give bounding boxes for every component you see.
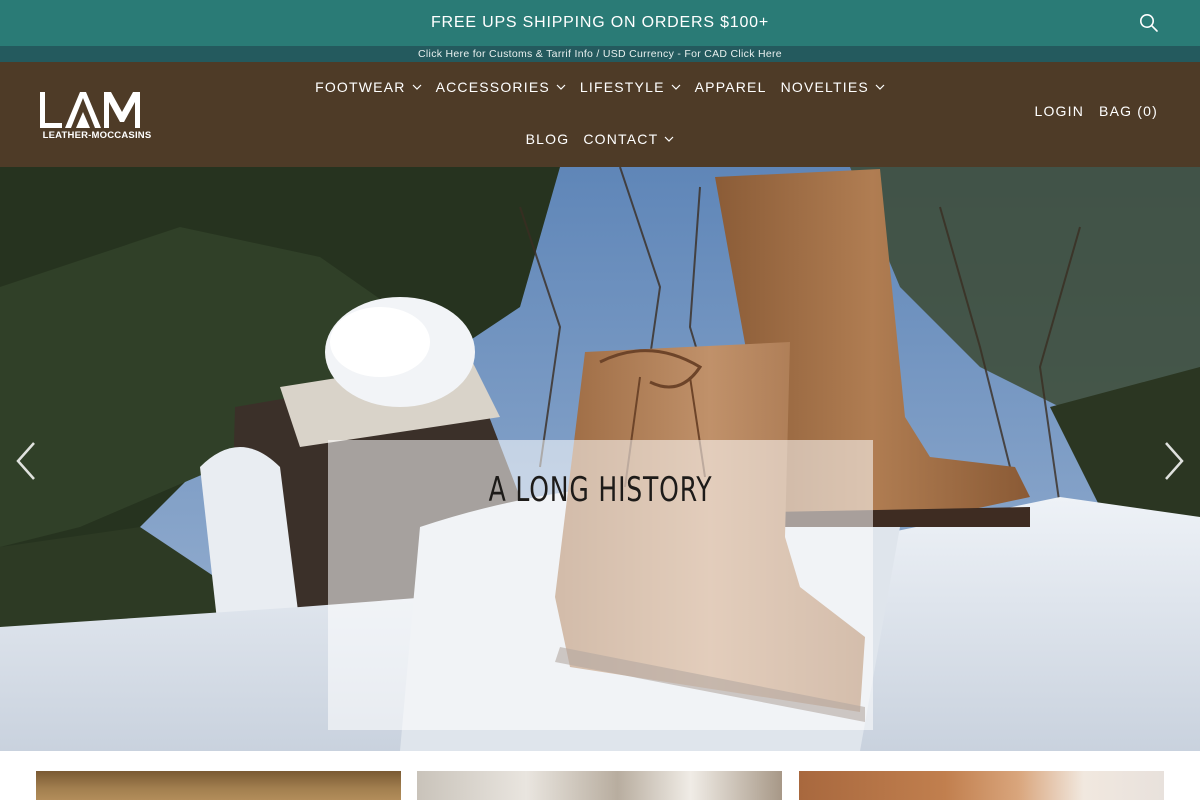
nav-accessories[interactable]: ACCESSORIES [436, 77, 566, 97]
site-header: LEATHER-MOCCASINS FOOTWEAR ACCESSORIES L… [0, 62, 1200, 167]
nav-apparel[interactable]: APPAREL [695, 77, 767, 97]
chevron-down-icon [664, 136, 674, 142]
nav-contact-label: CONTACT [583, 131, 659, 147]
chevron-down-icon [875, 84, 885, 90]
nav-footwear[interactable]: FOOTWEAR [315, 77, 421, 97]
nav-lifestyle[interactable]: LIFESTYLE [580, 77, 681, 97]
nav-accessories-label: ACCESSORIES [435, 79, 550, 95]
nav-lifestyle-label: LIFESTYLE [579, 79, 665, 95]
search-button[interactable] [1138, 12, 1160, 34]
nav-blog-label: BLOG [525, 131, 570, 147]
bag-link[interactable]: BAG (0) [1099, 103, 1158, 119]
chevron-down-icon [412, 84, 421, 90]
chevron-right-icon [1165, 442, 1184, 480]
nav-contact[interactable]: CONTACT [583, 129, 674, 149]
account-links: LOGIN BAG (0) [1034, 103, 1158, 119]
hero-title: A LONG HISTORY [488, 470, 713, 510]
collection-tile[interactable] [36, 771, 401, 800]
login-link[interactable]: LOGIN [1034, 103, 1084, 119]
hero-slideshow: A LONG HISTORY [0, 167, 1200, 751]
chevron-down-icon [671, 84, 681, 90]
nav-novelties[interactable]: NOVELTIES [781, 77, 885, 97]
lam-logo-icon [40, 92, 140, 128]
announcement-text: FREE UPS SHIPPING ON ORDERS $100+ [430, 14, 770, 31]
nav-apparel-label: APPAREL [694, 79, 767, 95]
nav-blog[interactable]: BLOG [526, 129, 570, 149]
nav-novelties-label: NOVELTIES [780, 79, 869, 95]
nav-footwear-label: FOOTWEAR [315, 79, 406, 95]
search-icon [1140, 14, 1158, 32]
hero-text-panel: A LONG HISTORY [328, 440, 873, 730]
customs-info-bar: Click Here for Customs & Tarrif Info / U… [0, 46, 1200, 62]
announcement-bar: FREE UPS SHIPPING ON ORDERS $100+ [0, 0, 1200, 46]
collection-tile[interactable] [417, 771, 782, 800]
chevron-down-icon [556, 84, 566, 90]
main-nav-row-1: FOOTWEAR ACCESSORIES LIFESTYLE APPAREL N… [0, 77, 1200, 97]
main-nav-row-2: BLOG CONTACT [0, 129, 1200, 149]
slide-next-button[interactable] [1160, 439, 1190, 483]
collection-tile[interactable] [799, 771, 1164, 800]
chevron-left-icon [16, 442, 35, 480]
collection-tiles [0, 751, 1200, 800]
customs-info-link[interactable]: Click Here for Customs & Tarrif Info / U… [0, 46, 1200, 62]
slide-prev-button[interactable] [10, 439, 40, 483]
